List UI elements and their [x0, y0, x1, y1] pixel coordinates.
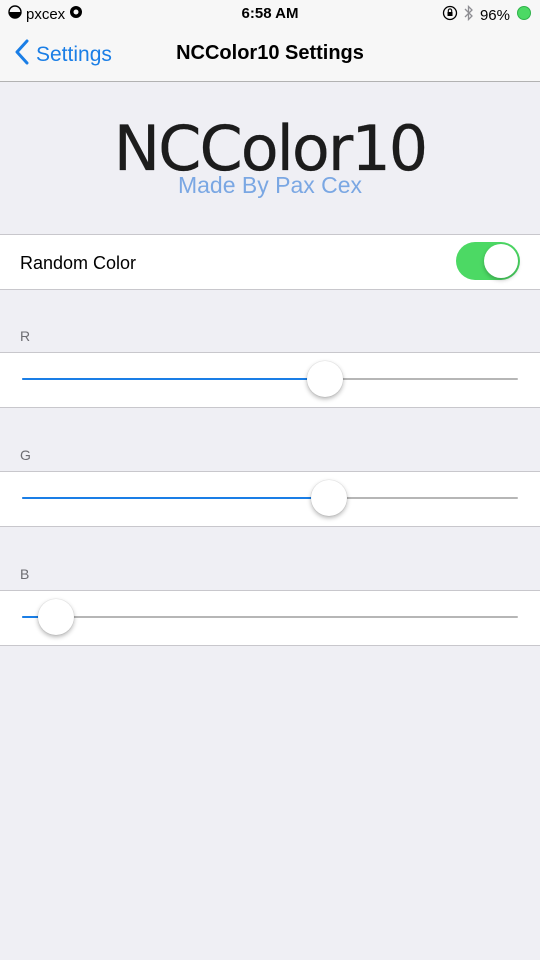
status-bar: pxcex 6:58 AM 96%	[0, 0, 540, 27]
slider-cell-g	[0, 471, 540, 527]
wifi-icon	[69, 5, 83, 23]
navigation-bar: Settings NCColor10 Settings	[0, 27, 540, 82]
slider-fill	[22, 378, 325, 380]
signal-icon	[8, 5, 22, 23]
random-color-toggle[interactable]	[456, 242, 520, 280]
slider-track	[22, 616, 518, 618]
status-left: pxcex	[8, 5, 83, 23]
section-label-g: G	[20, 447, 31, 463]
slider-fill	[22, 616, 40, 618]
slider-thumb[interactable]	[38, 599, 75, 635]
slider-fill	[22, 497, 329, 499]
section-label-b: B	[20, 566, 30, 582]
orientation-lock-icon	[442, 5, 458, 25]
author-subtitle: Made By Pax Cex	[177, 172, 363, 198]
battery-percent: 96%	[479, 6, 510, 24]
random-color-label: Random Color	[20, 253, 137, 273]
g-slider[interactable]	[22, 478, 518, 518]
chevron-left-icon	[14, 39, 36, 71]
toggle-knob	[484, 244, 518, 278]
status-right: 96%	[442, 4, 532, 25]
random-color-cell: Random Color	[0, 234, 540, 290]
back-label: Settings	[36, 43, 112, 66]
back-button[interactable]: Settings	[14, 39, 112, 71]
b-slider[interactable]	[22, 597, 518, 637]
slider-cell-b	[0, 590, 540, 646]
carrier-name: pxcex	[26, 5, 66, 23]
slider-cell-r	[0, 352, 540, 408]
r-slider[interactable]	[22, 359, 518, 399]
section-label-r: R	[20, 328, 31, 344]
slider-thumb[interactable]	[310, 480, 347, 516]
bluetooth-icon	[464, 4, 474, 25]
slider-thumb[interactable]	[306, 361, 343, 397]
battery-icon	[516, 5, 532, 25]
